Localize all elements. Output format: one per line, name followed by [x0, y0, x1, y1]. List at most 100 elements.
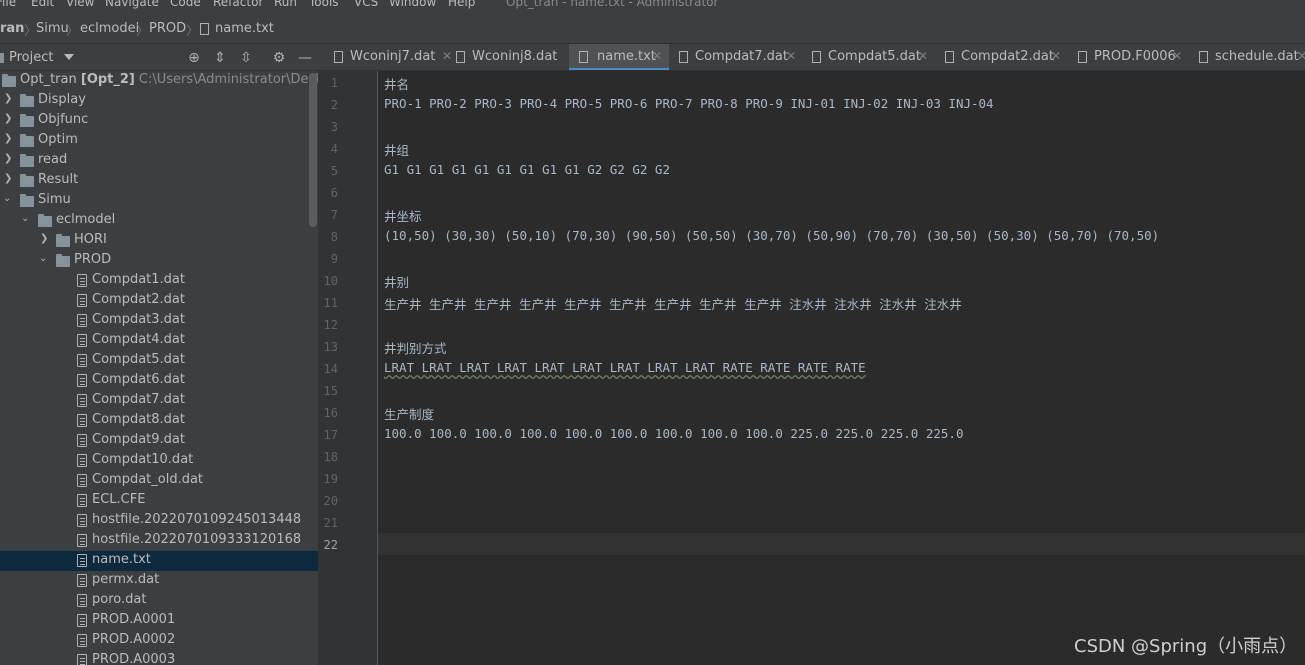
tab-schedule[interactable]: schedule.dat ✕: [1199, 44, 1305, 70]
close-icon[interactable]: ✕: [652, 49, 662, 63]
tree-item-prod[interactable]: ⌄ PROD: [0, 251, 318, 271]
file-icon: [77, 554, 87, 567]
tab-label: Compdat2.dat: [961, 49, 1054, 64]
breadcrumb-item-prod[interactable]: PROD: [149, 21, 186, 36]
chevron-right-icon[interactable]: ❯: [4, 133, 14, 144]
tree-item-file[interactable]: Compdat10.dat: [0, 451, 318, 471]
code-line[interactable]: PRO-1 PRO-2 PRO-3 PRO-4 PRO-5 PRO-6 PRO-…: [384, 96, 994, 111]
tree-item-hori[interactable]: ❯ HORI: [0, 231, 318, 251]
chevron-right-icon[interactable]: ❯: [4, 173, 14, 184]
tree-item-file[interactable]: permx.dat: [0, 571, 318, 591]
tree-item-file[interactable]: Compdat5.dat: [0, 351, 318, 371]
tree-item-file[interactable]: PROD.A0002: [0, 631, 318, 651]
menu-code[interactable]: Code: [170, 0, 201, 9]
tree-item-file[interactable]: ECL.CFE: [0, 491, 318, 511]
tree-item-simu[interactable]: ⌄ Simu: [0, 191, 318, 211]
code-line[interactable]: G1 G1 G1 G1 G1 G1 G1 G1 G1 G2 G2 G2 G2: [384, 162, 670, 177]
tree-item-file[interactable]: hostfile.2022070109333120168: [0, 531, 318, 551]
tab-prod-f0006[interactable]: PROD.F0006 ✕: [1078, 44, 1188, 70]
menu-window[interactable]: Window: [389, 0, 436, 9]
tree-item-file[interactable]: PROD.A0003: [0, 651, 318, 665]
code-line[interactable]: 井组: [384, 140, 409, 159]
line-number: 1: [330, 76, 338, 90]
tree-item-file[interactable]: Compdat3.dat: [0, 311, 318, 331]
close-icon[interactable]: ✕: [1297, 49, 1305, 63]
tab-compdat5[interactable]: Compdat5.dat ✕: [812, 44, 932, 70]
code-line[interactable]: 100.0 100.0 100.0 100.0 100.0 100.0 100.…: [384, 426, 963, 441]
folder-icon: [56, 254, 70, 267]
file-icon: [77, 574, 87, 587]
code-line[interactable]: 井名: [384, 74, 409, 93]
tree-item-file[interactable]: Compdat7.dat: [0, 391, 318, 411]
breadcrumb-item-project[interactable]: ran: [0, 21, 24, 36]
menu-vcs[interactable]: VCS: [354, 0, 378, 9]
breadcrumb-item-simu[interactable]: Simu: [36, 21, 69, 36]
chevron-right-icon[interactable]: ❯: [4, 153, 14, 164]
tree-item-file[interactable]: Compdat4.dat: [0, 331, 318, 351]
menu-run[interactable]: Run: [274, 0, 297, 9]
chevron-down-icon[interactable]: ⌄: [21, 213, 31, 224]
menu-edit[interactable]: Edit: [31, 0, 54, 9]
code-line[interactable]: 井坐标: [384, 206, 422, 225]
menu-help[interactable]: Help: [448, 0, 475, 9]
menu-view[interactable]: View: [66, 0, 94, 9]
chevron-right-icon[interactable]: ❯: [4, 113, 14, 124]
tree-item-file[interactable]: Compdat1.dat: [0, 271, 318, 291]
tab-name-txt[interactable]: name.txt ✕: [569, 44, 669, 70]
tree-item-display[interactable]: ❯ Display: [0, 91, 318, 111]
tree-item-objfunc[interactable]: ❯ Objfunc: [0, 111, 318, 131]
chevron-right-icon[interactable]: ❯: [4, 93, 14, 104]
tree-item-file[interactable]: Compdat8.dat: [0, 411, 318, 431]
tab-compdat7[interactable]: Compdat7.dat ✕: [679, 44, 799, 70]
tree-item-label: permx.dat: [92, 572, 160, 587]
expand-all-icon[interactable]: ⇕: [212, 50, 228, 66]
tree-item-file[interactable]: Compdat9.dat: [0, 431, 318, 451]
breadcrumb-item-file[interactable]: name.txt: [215, 21, 274, 36]
menu-tools[interactable]: Tools: [309, 0, 339, 9]
breadcrumb-item-eclmodel[interactable]: eclmodel: [80, 21, 139, 36]
tree-item-file-selected[interactable]: name.txt: [0, 551, 318, 571]
tree-item-read[interactable]: ❯ read: [0, 151, 318, 171]
menu-file[interactable]: File: [0, 0, 16, 9]
code-line[interactable]: 生产井 生产井 生产井 生产井 生产井 生产井 生产井 生产井 生产井 注水井 …: [384, 294, 962, 313]
tab-wconinj8[interactable]: Wconinj8.dat: [456, 44, 568, 70]
tab-compdat2[interactable]: Compdat2.dat ✕: [945, 44, 1065, 70]
tab-label: Compdat5.dat: [828, 49, 921, 64]
tree-item-file[interactable]: PROD.A0001: [0, 611, 318, 631]
chevron-down-icon[interactable]: ⌄: [3, 193, 13, 204]
tab-wconinj7[interactable]: Wconinj7.dat ✕: [334, 44, 454, 70]
tree-item-file[interactable]: Compdat2.dat: [0, 291, 318, 311]
close-icon[interactable]: ✕: [442, 49, 452, 63]
menu-refactor[interactable]: Refactor: [213, 0, 263, 9]
menu-navigate[interactable]: Navigate: [105, 0, 159, 9]
close-icon[interactable]: ✕: [1172, 49, 1182, 63]
chevron-right-icon[interactable]: ❯: [40, 233, 50, 244]
close-icon[interactable]: ✕: [1051, 49, 1061, 63]
code-line[interactable]: 井判别方式: [384, 338, 447, 357]
tree-item-result[interactable]: ❯ Result: [0, 171, 318, 191]
tree-scrollbar[interactable]: [309, 73, 317, 227]
code-line[interactable]: LRAT LRAT LRAT LRAT LRAT LRAT LRAT LRAT …: [384, 360, 866, 375]
tree-item-file[interactable]: Compdat_old.dat: [0, 471, 318, 491]
chevron-down-icon[interactable]: [64, 54, 74, 60]
tree-item-file[interactable]: hostfile.2022070109245013448: [0, 511, 318, 531]
project-panel-title[interactable]: Project: [9, 50, 53, 65]
editor-tabs: Wconinj7.dat ✕ Wconinj8.dat name.txt ✕ C…: [318, 44, 1305, 71]
hide-panel-icon[interactable]: —: [297, 50, 313, 66]
close-icon[interactable]: ✕: [786, 49, 796, 63]
tree-item-optim[interactable]: ❯ Optim: [0, 131, 318, 151]
collapse-all-icon[interactable]: ⇳: [238, 50, 254, 66]
line-number: 2: [330, 98, 338, 112]
close-icon[interactable]: ✕: [918, 49, 928, 63]
tree-item-file[interactable]: poro.dat: [0, 591, 318, 611]
chevron-down-icon[interactable]: ⌄: [39, 253, 49, 264]
tree-item-opt-tran[interactable]: Opt_tran [Opt_2] C:\Users\Administrator\D…: [0, 71, 318, 91]
locate-icon[interactable]: ⊕: [186, 50, 202, 66]
tree-item-eclmodel[interactable]: ⌄ eclmodel: [0, 211, 318, 231]
code-line[interactable]: 生产制度: [384, 404, 434, 423]
code-editor[interactable]: 井名 PRO-1 PRO-2 PRO-3 PRO-4 PRO-5 PRO-6 P…: [378, 71, 1305, 665]
tree-item-file[interactable]: Compdat6.dat: [0, 371, 318, 391]
code-line[interactable]: 井别: [384, 272, 409, 291]
gear-icon[interactable]: ⚙: [271, 50, 287, 66]
code-line[interactable]: (10,50) (30,30) (50,10) (70,30) (90,50) …: [384, 228, 1159, 243]
